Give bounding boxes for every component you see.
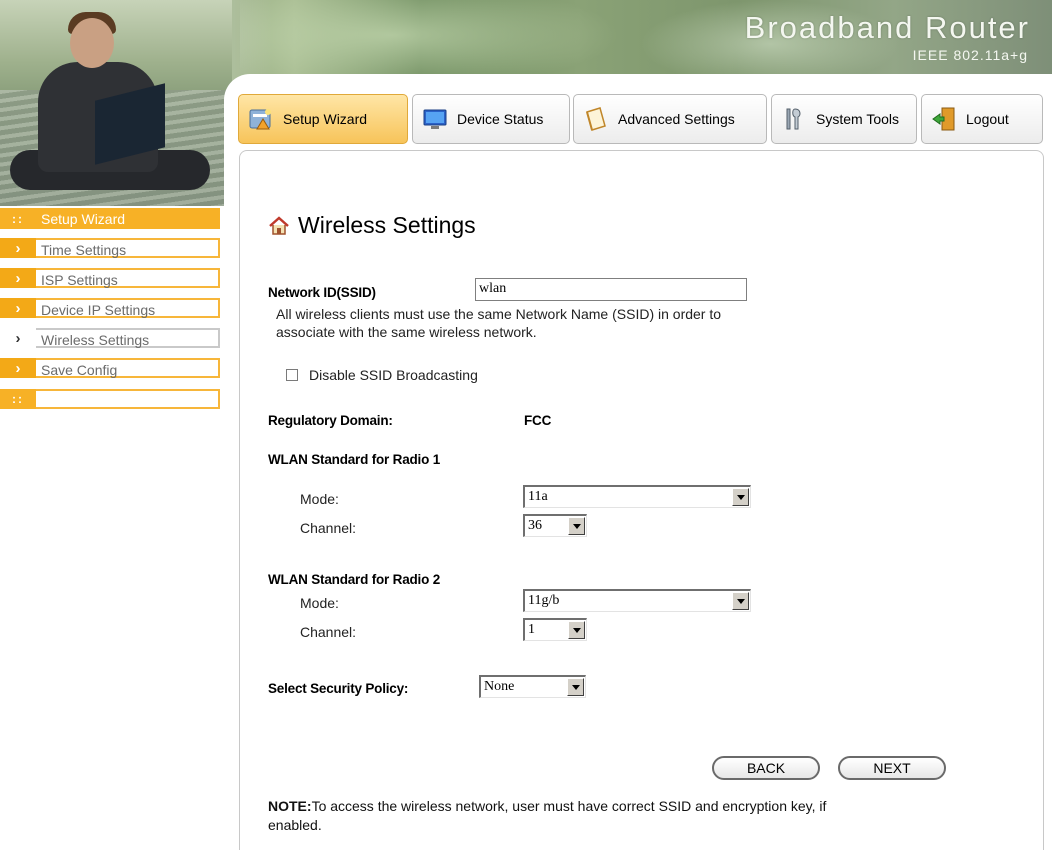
ssid-input[interactable]: wlan [475, 278, 747, 301]
chevron-right-icon: › [0, 358, 36, 378]
dots-icon: :: [12, 392, 24, 406]
tab-logout[interactable]: Logout [921, 94, 1043, 144]
sidebar-footer: :: [0, 389, 220, 409]
sidebar-item-wireless-settings[interactable]: › Wireless Settings [0, 328, 220, 348]
next-button[interactable]: NEXT [838, 756, 946, 780]
tab-setup-wizard[interactable]: Setup Wizard [238, 94, 408, 144]
sidebar-item-time-settings[interactable]: › Time Settings [0, 238, 220, 258]
tab-advanced-settings[interactable]: Advanced Settings [573, 94, 767, 144]
tab-label: Setup Wizard [283, 111, 368, 127]
radio2-heading: WLAN Standard for Radio 2 [268, 572, 441, 587]
setup-wizard-icon [247, 105, 275, 133]
radio2-mode-value: 11g/b [528, 593, 560, 608]
back-button[interactable]: BACK [712, 756, 820, 780]
sidebar-header-label: Setup Wizard [41, 210, 126, 227]
radio2-channel-value: 1 [528, 622, 535, 637]
page-title: Wireless Settings [268, 212, 476, 239]
chevron-down-icon [732, 592, 749, 610]
note-text: NOTE:To access the wireless network, use… [268, 797, 908, 835]
regulatory-domain-label: Regulatory Domain: [268, 413, 393, 428]
chevron-down-icon [568, 621, 585, 639]
radio2-mode-select[interactable]: 11g/b [523, 589, 751, 612]
tools-icon [780, 105, 808, 133]
sidebar-header: :: Setup Wizard [0, 208, 220, 229]
tab-device-status[interactable]: Device Status [412, 94, 570, 144]
door-exit-icon [930, 105, 958, 133]
note-line-1: To access the wireless network, user mus… [311, 798, 827, 814]
chevron-down-icon [567, 678, 584, 696]
security-policy-select[interactable]: None [479, 675, 586, 698]
chevron-down-icon [732, 488, 749, 506]
note-line-2: enabled. [268, 817, 322, 833]
chevron-right-icon: › [0, 328, 36, 348]
tab-label: System Tools [816, 111, 899, 127]
tab-label: Device Status [457, 111, 544, 127]
sidebar-item-isp-settings[interactable]: › ISP Settings [0, 268, 220, 288]
brand-subtitle: IEEE 802.11a+g [912, 47, 1028, 63]
home-icon [268, 215, 290, 237]
radio2-mode-label: Mode: [300, 595, 339, 611]
radio1-channel-select[interactable]: 36 [523, 514, 587, 537]
ssid-help-line-1: All wireless clients must use the same N… [276, 306, 722, 322]
disable-ssid-broadcast-checkbox[interactable] [286, 369, 298, 381]
chevron-right-icon: › [0, 268, 36, 288]
notebook-icon [582, 105, 610, 133]
radio1-channel-label: Channel: [300, 520, 357, 536]
monitor-icon [421, 105, 449, 133]
radio1-mode-select[interactable]: 11a [523, 485, 751, 508]
dots-icon: :: [12, 211, 24, 226]
tab-label: Advanced Settings [618, 111, 735, 127]
note-label: NOTE: [268, 798, 312, 814]
security-policy-value: None [484, 679, 515, 694]
ssid-help-line-2: associate with the same wireless network… [276, 324, 537, 340]
page-title-text: Wireless Settings [298, 212, 476, 238]
radio1-mode-label: Mode: [300, 491, 339, 507]
radio1-mode-value: 11a [528, 489, 548, 504]
chevron-down-icon [568, 517, 585, 535]
radio2-channel-label: Channel: [300, 624, 357, 640]
radio1-channel-value: 36 [528, 518, 542, 533]
sidebar-item-save-config[interactable]: › Save Config [0, 358, 220, 378]
radio1-heading: WLAN Standard for Radio 1 [268, 452, 441, 467]
banner-photo [0, 0, 232, 206]
ssid-label: Network ID(SSID) [268, 285, 376, 300]
tab-label: Logout [966, 111, 1009, 127]
regulatory-domain-value: FCC [524, 413, 552, 428]
disable-ssid-broadcast-label: Disable SSID Broadcasting [309, 367, 478, 383]
radio2-channel-select[interactable]: 1 [523, 618, 587, 641]
tab-system-tools[interactable]: System Tools [771, 94, 917, 144]
sidebar-item-device-ip-settings[interactable]: › Device IP Settings [0, 298, 220, 318]
brand-title: Broadband Router [744, 10, 1030, 45]
chevron-right-icon: › [0, 238, 36, 258]
chevron-right-icon: › [0, 298, 36, 318]
security-policy-label: Select Security Policy: [268, 681, 409, 696]
